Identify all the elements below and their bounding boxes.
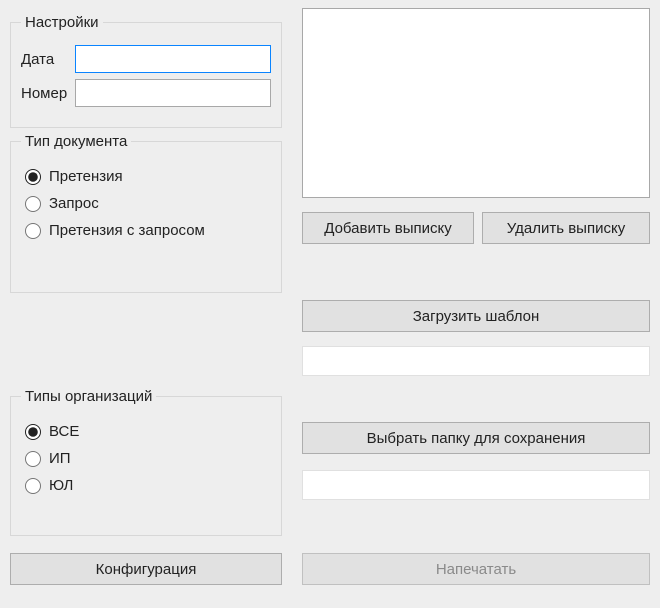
main-window: Настройки Дата Номер Тип документа Прете… — [0, 0, 660, 608]
doc-type-radio-claim-request[interactable] — [25, 223, 41, 239]
extract-listbox[interactable] — [302, 8, 650, 198]
settings-legend: Настройки — [21, 14, 103, 31]
org-type-radio-all[interactable] — [25, 424, 41, 440]
org-type-radio-ip[interactable] — [25, 451, 41, 467]
doc-type-legend: Тип документа — [21, 133, 131, 150]
settings-group: Настройки Дата Номер — [10, 14, 282, 128]
org-type-label: ВСЕ — [49, 423, 79, 440]
org-type-group: Типы организаций ВСЕ ИП ЮЛ — [10, 388, 282, 536]
doc-type-label: Претензия с запросом — [49, 222, 205, 239]
doc-type-label: Запрос — [49, 195, 99, 212]
doc-type-option[interactable]: Запрос — [21, 195, 271, 212]
org-type-option[interactable]: ИП — [21, 450, 271, 467]
date-input[interactable] — [75, 45, 271, 73]
doc-type-radio-request[interactable] — [25, 196, 41, 212]
load-template-button[interactable]: Загрузить шаблон — [302, 300, 650, 332]
org-type-option[interactable]: ВСЕ — [21, 423, 271, 440]
template-path-display — [302, 346, 650, 376]
folder-path-display — [302, 470, 650, 500]
org-type-label: ЮЛ — [49, 477, 73, 494]
date-label: Дата — [21, 51, 75, 68]
doc-type-option[interactable]: Претензия — [21, 168, 271, 185]
number-label: Номер — [21, 85, 75, 102]
doc-type-radio-claim[interactable] — [25, 169, 41, 185]
configuration-button[interactable]: Конфигурация — [10, 553, 282, 585]
print-button[interactable]: Напечатать — [302, 553, 650, 585]
doc-type-option[interactable]: Претензия с запросом — [21, 222, 271, 239]
org-type-option[interactable]: ЮЛ — [21, 477, 271, 494]
doc-type-label: Претензия — [49, 168, 123, 185]
choose-folder-button[interactable]: Выбрать папку для сохранения — [302, 422, 650, 454]
org-type-radio-ul[interactable] — [25, 478, 41, 494]
add-extract-button[interactable]: Добавить выписку — [302, 212, 474, 244]
doc-type-group: Тип документа Претензия Запрос Претензия… — [10, 133, 282, 293]
org-type-legend: Типы организаций — [21, 388, 156, 405]
org-type-label: ИП — [49, 450, 71, 467]
delete-extract-button[interactable]: Удалить выписку — [482, 212, 650, 244]
number-input[interactable] — [75, 79, 271, 107]
